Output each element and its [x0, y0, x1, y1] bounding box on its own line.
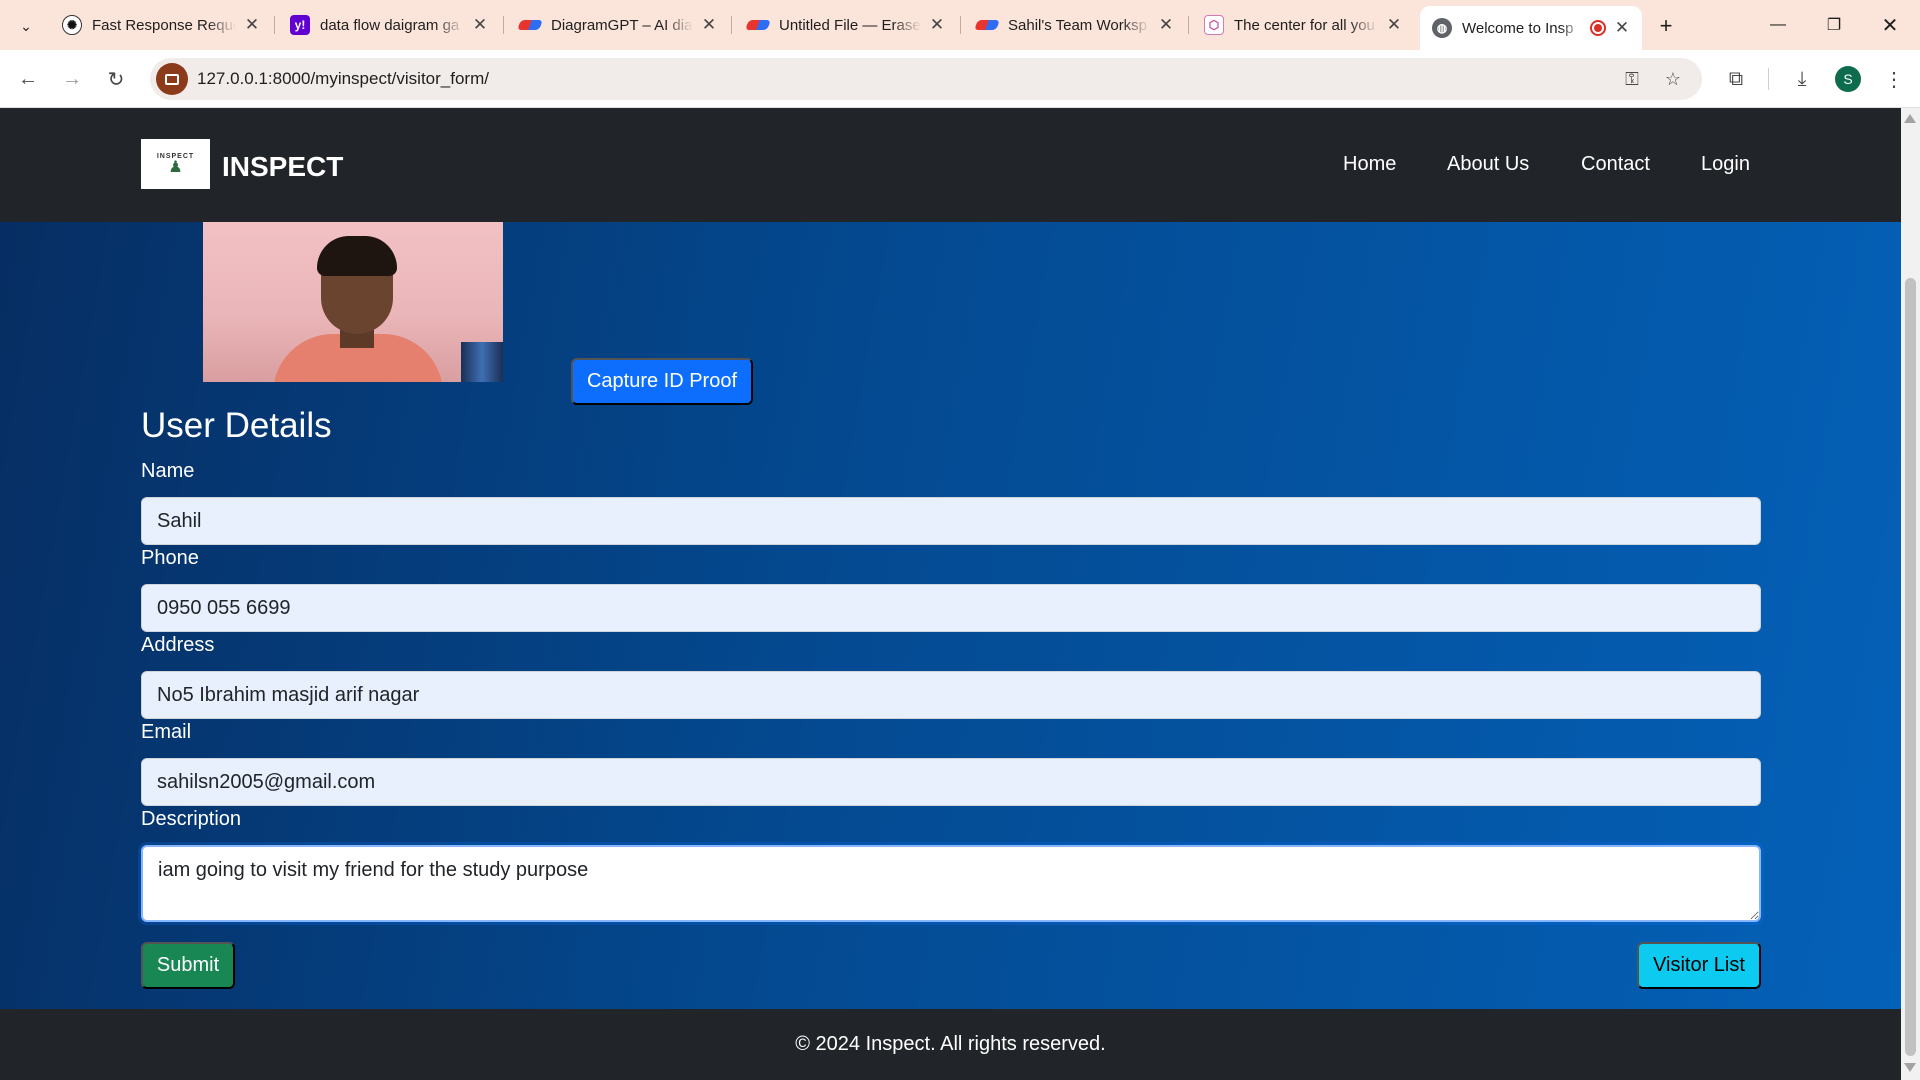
toolbar-divider [1768, 68, 1769, 90]
openai-icon: ✺ [62, 15, 82, 35]
visitor-list-button[interactable]: Visitor List [1637, 942, 1761, 989]
submit-button[interactable]: Submit [141, 942, 235, 989]
site-navbar: INSPECT ♟ INSPECT Home About Us Contact … [0, 108, 1901, 222]
tab-separator [274, 16, 275, 34]
email-input[interactable] [141, 758, 1761, 806]
address-url[interactable]: 127.0.0.1:8000/myinspect/visitor_form/ [197, 69, 489, 89]
minimize-button[interactable]: — [1750, 0, 1806, 50]
close-icon[interactable]: ✕ [242, 15, 262, 35]
phone-label: Phone [141, 547, 199, 569]
eraser-icon [745, 20, 771, 30]
browser-tab[interactable]: ✺ Fast Response Reque ✕ [50, 8, 272, 42]
bookmark-star-icon[interactable]: ☆ [1661, 67, 1685, 91]
browser-tabstrip: ⌄ ✺ Fast Response Reque ✕ y! data flow d… [0, 0, 1920, 50]
close-icon[interactable]: ✕ [927, 15, 947, 35]
visitor-form-section: Capture ID Proof User Details Name Phone… [0, 222, 1901, 1009]
back-button[interactable]: ← [12, 63, 44, 95]
brand-name[interactable]: INSPECT [222, 151, 343, 183]
tab-title: Untitled File — Erase [779, 16, 921, 34]
download-icon[interactable]: ⤓ [1788, 65, 1816, 93]
scroll-down-arrow-icon[interactable] [1904, 1063, 1916, 1072]
close-icon[interactable]: ✕ [1612, 18, 1632, 38]
cube-icon: ⬡ [1204, 15, 1224, 35]
tab-title: Welcome to Insp [1462, 19, 1574, 37]
nav-about-us[interactable]: About Us [1447, 153, 1529, 176]
forward-button[interactable]: → [56, 63, 88, 95]
capture-id-proof-button[interactable]: Capture ID Proof [571, 358, 753, 405]
profile-avatar[interactable]: S [1835, 66, 1861, 92]
browser-tab[interactable]: DiagramGPT – AI dia ✕ [507, 8, 729, 42]
close-icon[interactable]: ✕ [470, 15, 490, 35]
extensions-icon[interactable]: ⧉ [1722, 65, 1750, 93]
recording-icon [1590, 20, 1606, 36]
tab-separator [1188, 16, 1189, 34]
description-textarea[interactable]: iam going to visit my friend for the stu… [141, 845, 1761, 922]
form-title: User Details [141, 406, 332, 445]
reload-icon: ↻ [107, 68, 125, 91]
webcam-preview [203, 222, 503, 382]
address-bar[interactable]: 127.0.0.1:8000/myinspect/visitor_form/ ⚿… [150, 58, 1702, 100]
nav-contact[interactable]: Contact [1581, 153, 1650, 176]
tab-title: data flow daigram ga [320, 16, 460, 34]
copyright-text: © 2024 Inspect. All rights reserved. [795, 1033, 1106, 1055]
chevron-down-icon: ⌄ [20, 17, 32, 34]
description-label: Description [141, 808, 242, 830]
minimize-icon: — [1770, 16, 1786, 33]
close-icon[interactable]: ✕ [1156, 15, 1176, 35]
back-arrow-icon: ← [18, 67, 38, 90]
site-info-icon[interactable] [156, 63, 188, 95]
address-input[interactable] [141, 671, 1761, 719]
name-label: Name [141, 460, 195, 482]
scroll-up-arrow-icon[interactable] [1904, 114, 1916, 123]
new-tab-button[interactable]: + [1652, 12, 1680, 40]
reload-button[interactable]: ↻ [100, 63, 132, 95]
yahoo-icon: y! [290, 15, 310, 35]
tab-separator [731, 16, 732, 34]
nav-login[interactable]: Login [1701, 153, 1750, 176]
globe-icon: ◍ [1432, 18, 1452, 38]
tab-separator [960, 16, 961, 34]
restore-button[interactable]: ❐ [1806, 0, 1862, 50]
logo-figure-icon: ♟ [168, 158, 183, 176]
password-key-icon[interactable]: ⚿ [1620, 67, 1644, 91]
forward-arrow-icon: → [62, 67, 82, 90]
page-viewport: INSPECT ♟ INSPECT Home About Us Contact … [0, 108, 1901, 1080]
restore-icon: ❐ [1826, 17, 1842, 34]
brand-logo[interactable]: INSPECT ♟ [141, 139, 210, 189]
phone-input[interactable] [141, 584, 1761, 632]
tab-title: DiagramGPT – AI dia [551, 16, 693, 34]
window-close-button[interactable]: ✕ [1862, 0, 1918, 50]
site-footer: © 2024 Inspect. All rights reserved. [0, 1009, 1901, 1080]
tab-title: Sahil's Team Worksp [1008, 16, 1148, 34]
close-icon[interactable]: ✕ [699, 15, 719, 35]
browser-tab-active[interactable]: ◍ Welcome to Insp ✕ [1420, 6, 1642, 50]
name-input[interactable] [141, 497, 1761, 545]
nav-home[interactable]: Home [1343, 153, 1396, 176]
tab-separator [503, 16, 504, 34]
more-menu-icon[interactable]: ⋮ [1880, 65, 1908, 93]
close-icon: ✕ [1881, 14, 1899, 37]
eraser-icon [974, 20, 1000, 30]
eraser-icon [517, 20, 543, 30]
scrollbar-thumb[interactable] [1905, 278, 1916, 1056]
tab-title: Fast Response Reque [92, 16, 236, 34]
browser-toolbar: ← → ↻ 127.0.0.1:8000/myinspect/visitor_f… [0, 50, 1920, 108]
browser-tab[interactable]: y! data flow daigram ga ✕ [278, 8, 500, 42]
tab-search-button[interactable]: ⌄ [12, 12, 40, 40]
browser-tab[interactable]: Untitled File — Erase ✕ [735, 8, 957, 42]
tab-title: The center for all you [1234, 16, 1375, 34]
browser-tab[interactable]: ⬡ The center for all you ✕ [1192, 8, 1414, 42]
browser-tab[interactable]: Sahil's Team Worksp ✕ [964, 8, 1186, 42]
email-label: Email [141, 721, 192, 743]
close-icon[interactable]: ✕ [1384, 15, 1404, 35]
address-label: Address [141, 634, 215, 656]
